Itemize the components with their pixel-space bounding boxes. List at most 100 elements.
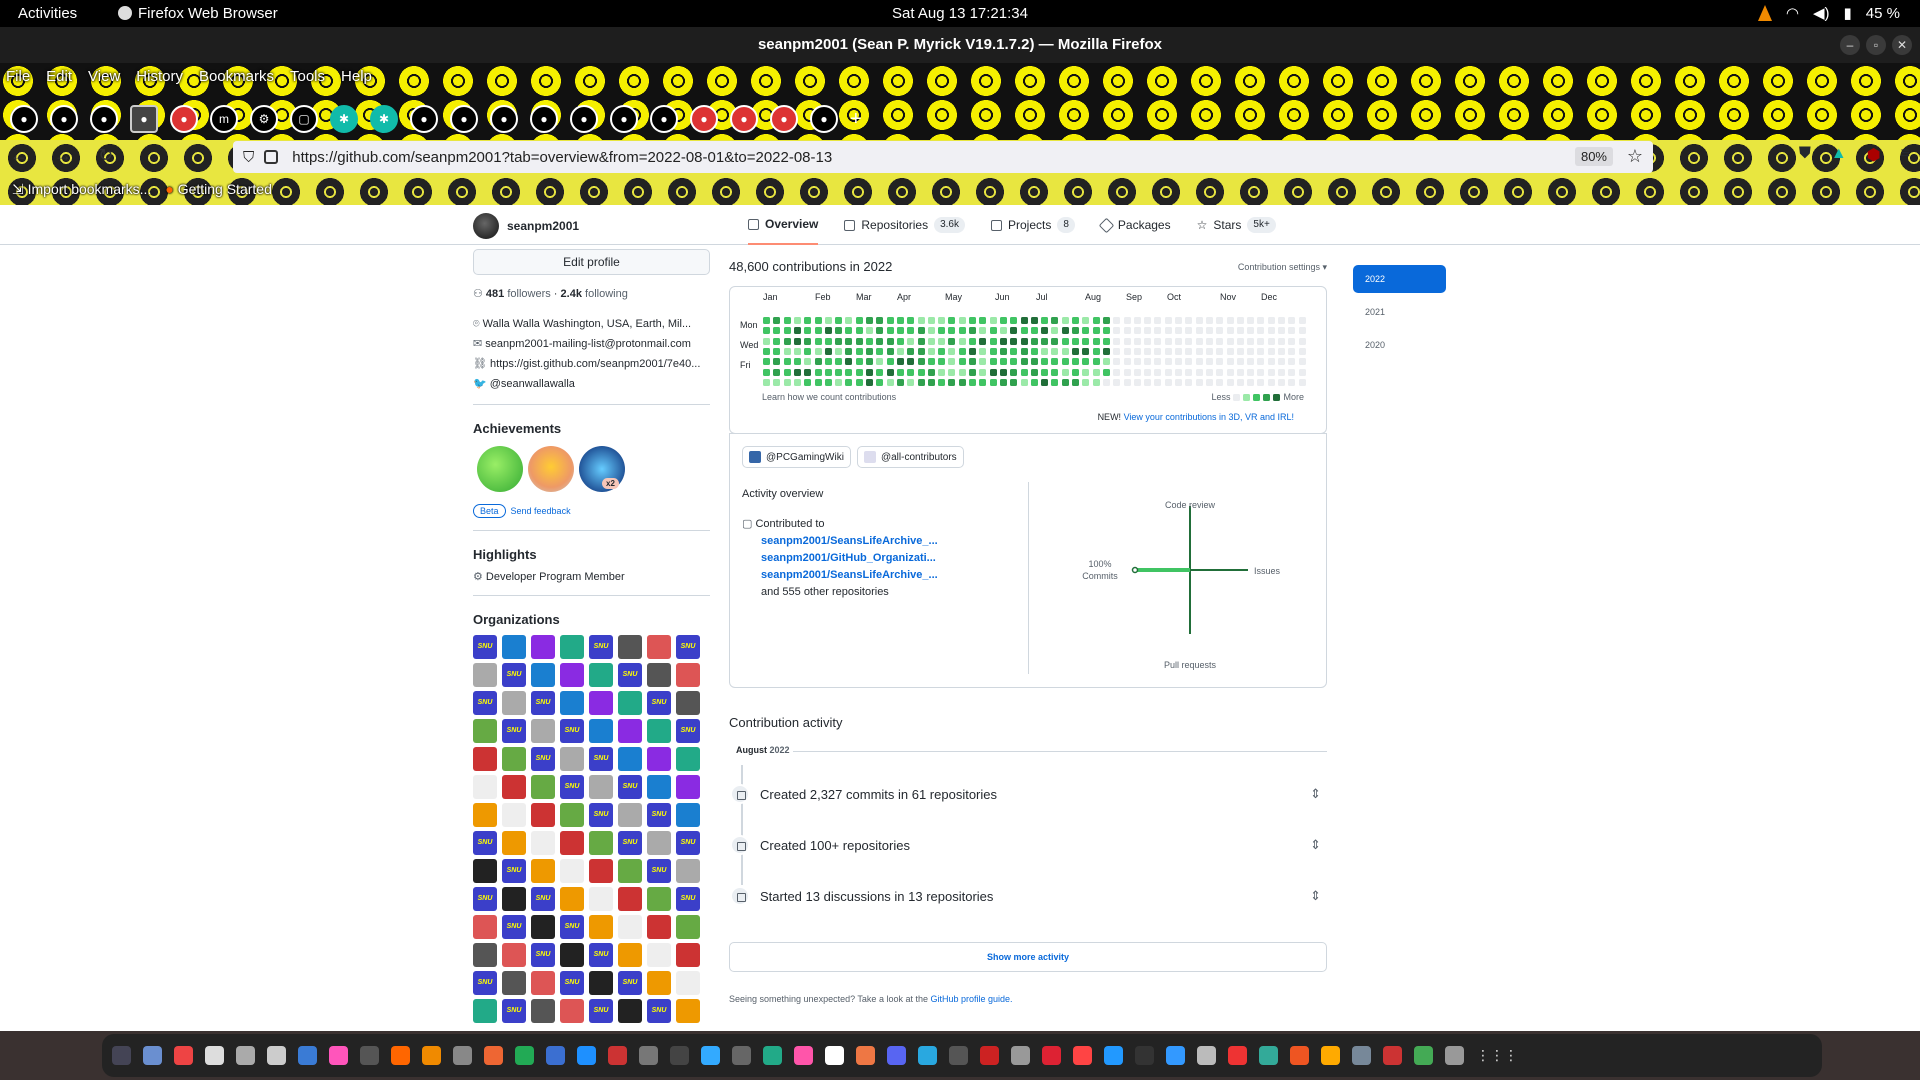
new-tab-button[interactable]: + <box>850 108 862 131</box>
contribution-day[interactable] <box>1205 368 1213 376</box>
contribution-day[interactable] <box>1061 317 1069 324</box>
contribution-day[interactable] <box>999 368 1007 376</box>
dock-app-icon[interactable] <box>1228 1046 1247 1065</box>
contribution-day[interactable] <box>907 378 915 386</box>
contribution-day[interactable] <box>876 337 884 345</box>
dock-app-icon[interactable] <box>1042 1046 1061 1065</box>
contribution-day[interactable] <box>845 347 853 355</box>
organization-logo[interactable]: SNU <box>531 887 555 911</box>
contribution-day[interactable] <box>824 368 832 376</box>
contribution-day[interactable] <box>845 337 853 345</box>
contribution-day[interactable] <box>876 327 884 335</box>
contribution-day[interactable] <box>1113 347 1121 355</box>
contribution-day[interactable] <box>1082 347 1090 355</box>
minimize-button[interactable]: – <box>1840 35 1860 55</box>
tab-packages[interactable]: Packages <box>1098 205 1171 245</box>
organization-logo[interactable] <box>502 803 526 827</box>
learn-contributions-link[interactable]: Learn how we count contributions <box>762 392 896 402</box>
contribution-day[interactable] <box>907 337 915 345</box>
contribution-day[interactable] <box>814 317 822 324</box>
contribution-day[interactable] <box>969 337 976 345</box>
year-2021[interactable]: 2021 <box>1353 298 1446 326</box>
tab-blue[interactable]: ✱ <box>330 105 358 133</box>
contribution-day[interactable] <box>1051 337 1059 345</box>
dock-app-icon[interactable] <box>887 1046 906 1065</box>
contribution-day[interactable] <box>773 358 781 366</box>
organization-logo[interactable] <box>647 747 671 771</box>
contribution-day[interactable] <box>1216 358 1224 366</box>
contribution-day[interactable] <box>999 337 1007 345</box>
organization-logo[interactable] <box>647 719 671 743</box>
contribution-day[interactable] <box>866 317 873 324</box>
contribution-day[interactable] <box>927 317 935 324</box>
contribution-day[interactable] <box>1133 378 1141 386</box>
contribution-day[interactable] <box>1092 337 1100 345</box>
contribution-day[interactable] <box>938 368 946 376</box>
organization-logo[interactable]: SNU <box>560 775 584 799</box>
contribution-day[interactable] <box>1051 317 1059 324</box>
contribution-day[interactable] <box>958 347 966 355</box>
contribution-day[interactable] <box>1072 358 1079 366</box>
contribution-day[interactable] <box>1113 368 1121 376</box>
contribution-day[interactable] <box>773 317 781 324</box>
contribution-day[interactable] <box>907 327 915 335</box>
contribution-day[interactable] <box>793 317 801 324</box>
contribution-day[interactable] <box>917 327 925 335</box>
contribution-day[interactable] <box>866 358 873 366</box>
organization-logo[interactable]: SNU <box>473 831 497 855</box>
contribution-day[interactable] <box>1092 347 1100 355</box>
dock-app-icon[interactable] <box>1166 1046 1185 1065</box>
contribution-day[interactable] <box>948 358 956 366</box>
following-label[interactable]: following <box>585 288 628 300</box>
organization-logo[interactable] <box>676 971 700 995</box>
contribution-day[interactable] <box>1247 337 1255 345</box>
profile-mini[interactable]: seanpm2001 <box>473 213 579 239</box>
dock-app-icon[interactable] <box>391 1046 410 1065</box>
contribution-day[interactable] <box>1298 327 1306 335</box>
contribution-day[interactable] <box>927 337 935 345</box>
forward-icon[interactable]: → <box>54 145 72 166</box>
contribution-day[interactable] <box>907 347 915 355</box>
organization-logo[interactable]: SNU <box>618 663 642 687</box>
repo-link[interactable]: seanpm2001/SeansLifeArchive_... <box>742 567 938 584</box>
contribution-day[interactable] <box>804 317 812 324</box>
organization-logo[interactable] <box>560 663 584 687</box>
contribution-day[interactable] <box>824 378 832 386</box>
contribution-day[interactable] <box>1082 358 1090 366</box>
contribution-day[interactable] <box>1216 368 1224 376</box>
url-bar[interactable]: ⛉ https://github.com/seanpm2001?tab=over… <box>233 141 1653 173</box>
contribution-day[interactable] <box>1020 378 1028 386</box>
contribution-day[interactable] <box>1298 347 1306 355</box>
organization-logo[interactable] <box>589 831 613 855</box>
contribution-day[interactable] <box>886 337 894 345</box>
organization-logo[interactable] <box>502 635 526 659</box>
organization-logo[interactable] <box>531 635 555 659</box>
organization-logo[interactable]: SNU <box>531 943 555 967</box>
organization-logo[interactable] <box>560 747 584 771</box>
contribution-day[interactable] <box>1030 317 1038 324</box>
dock-app-icon[interactable] <box>1135 1046 1154 1065</box>
contribution-day[interactable] <box>1123 358 1131 366</box>
contribution-day[interactable] <box>989 347 997 355</box>
contribution-day[interactable] <box>763 317 770 324</box>
contribution-day[interactable] <box>1298 337 1306 345</box>
menu-file[interactable]: File <box>6 68 30 85</box>
dock-app-icon[interactable] <box>267 1046 286 1065</box>
contribution-day[interactable] <box>1257 327 1265 335</box>
contribution-day[interactable] <box>1061 358 1069 366</box>
contribution-day[interactable] <box>1247 317 1255 324</box>
contribution-day[interactable] <box>835 378 843 386</box>
contribution-day[interactable] <box>1020 358 1028 366</box>
contribution-day[interactable] <box>866 347 873 355</box>
organization-logo[interactable] <box>531 915 555 939</box>
contribution-day[interactable] <box>1051 358 1059 366</box>
expand-icon[interactable]: ⇕ <box>1310 837 1321 853</box>
organization-logo[interactable]: SNU <box>473 971 497 995</box>
extension-icon[interactable]: ▲ <box>1831 145 1847 165</box>
reload-icon[interactable]: ↻ <box>98 145 113 166</box>
contribution-day[interactable] <box>948 368 956 376</box>
contribution-day[interactable] <box>1257 347 1265 355</box>
dock-app-icon[interactable] <box>1321 1046 1340 1065</box>
contribution-day[interactable] <box>1154 378 1162 386</box>
expand-icon[interactable]: ⇕ <box>1310 786 1321 802</box>
